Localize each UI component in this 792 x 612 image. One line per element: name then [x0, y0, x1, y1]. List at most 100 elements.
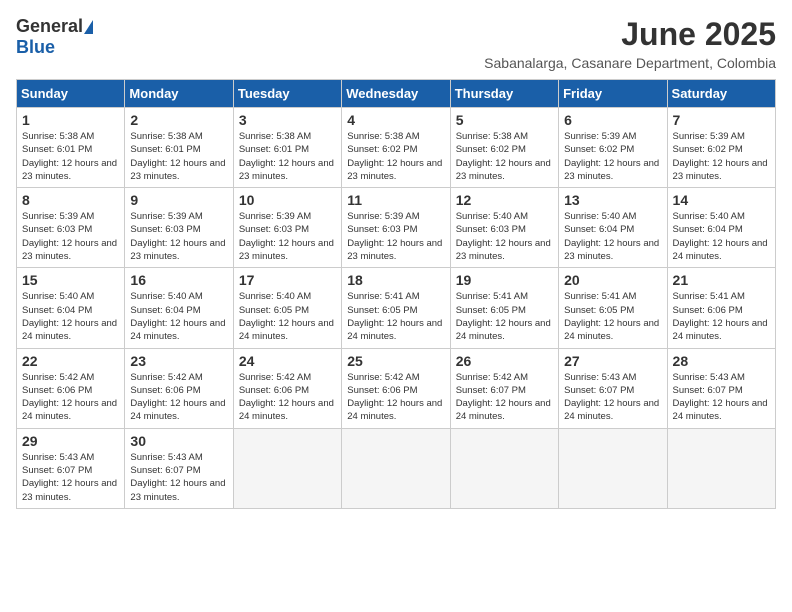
day-cell-13: 13 Sunrise: 5:40 AM Sunset: 6:04 PM Dayl… — [559, 188, 667, 268]
calendar-week-row: 15 Sunrise: 5:40 AM Sunset: 6:04 PM Dayl… — [17, 268, 776, 348]
day-info: Sunrise: 5:42 AM Sunset: 6:06 PM Dayligh… — [239, 371, 336, 424]
day-number: 19 — [456, 272, 553, 288]
day-info: Sunrise: 5:38 AM Sunset: 6:01 PM Dayligh… — [239, 130, 336, 183]
logo: General Blue — [16, 16, 93, 58]
day-number: 5 — [456, 112, 553, 128]
day-cell-8: 8 Sunrise: 5:39 AM Sunset: 6:03 PM Dayli… — [17, 188, 125, 268]
day-number: 29 — [22, 433, 119, 449]
calendar-week-row: 29 Sunrise: 5:43 AM Sunset: 6:07 PM Dayl… — [17, 428, 776, 508]
day-info: Sunrise: 5:39 AM Sunset: 6:03 PM Dayligh… — [22, 210, 119, 263]
day-info: Sunrise: 5:42 AM Sunset: 6:07 PM Dayligh… — [456, 371, 553, 424]
logo-general-text: General — [16, 16, 83, 37]
day-number: 27 — [564, 353, 661, 369]
header-wednesday: Wednesday — [342, 80, 450, 108]
header-thursday: Thursday — [450, 80, 558, 108]
day-number: 9 — [130, 192, 227, 208]
calendar-week-row: 22 Sunrise: 5:42 AM Sunset: 6:06 PM Dayl… — [17, 348, 776, 428]
day-cell-10: 10 Sunrise: 5:39 AM Sunset: 6:03 PM Dayl… — [233, 188, 341, 268]
calendar-week-row: 8 Sunrise: 5:39 AM Sunset: 6:03 PM Dayli… — [17, 188, 776, 268]
day-cell-17: 17 Sunrise: 5:40 AM Sunset: 6:05 PM Dayl… — [233, 268, 341, 348]
day-info: Sunrise: 5:40 AM Sunset: 6:05 PM Dayligh… — [239, 290, 336, 343]
day-number: 13 — [564, 192, 661, 208]
day-info: Sunrise: 5:38 AM Sunset: 6:02 PM Dayligh… — [456, 130, 553, 183]
header-friday: Friday — [559, 80, 667, 108]
day-info: Sunrise: 5:43 AM Sunset: 6:07 PM Dayligh… — [22, 451, 119, 504]
day-info: Sunrise: 5:39 AM Sunset: 6:03 PM Dayligh… — [130, 210, 227, 263]
day-number: 15 — [22, 272, 119, 288]
day-number: 28 — [673, 353, 770, 369]
day-number: 23 — [130, 353, 227, 369]
day-cell-26: 26 Sunrise: 5:42 AM Sunset: 6:07 PM Dayl… — [450, 348, 558, 428]
day-info: Sunrise: 5:41 AM Sunset: 6:05 PM Dayligh… — [564, 290, 661, 343]
day-cell-7: 7 Sunrise: 5:39 AM Sunset: 6:02 PM Dayli… — [667, 108, 775, 188]
day-number: 20 — [564, 272, 661, 288]
day-cell-2: 2 Sunrise: 5:38 AM Sunset: 6:01 PM Dayli… — [125, 108, 233, 188]
day-info: Sunrise: 5:42 AM Sunset: 6:06 PM Dayligh… — [130, 371, 227, 424]
day-info: Sunrise: 5:42 AM Sunset: 6:06 PM Dayligh… — [347, 371, 444, 424]
day-info: Sunrise: 5:39 AM Sunset: 6:03 PM Dayligh… — [347, 210, 444, 263]
day-number: 17 — [239, 272, 336, 288]
day-info: Sunrise: 5:40 AM Sunset: 6:03 PM Dayligh… — [456, 210, 553, 263]
day-cell-18: 18 Sunrise: 5:41 AM Sunset: 6:05 PM Dayl… — [342, 268, 450, 348]
calendar-title: June 2025 — [484, 16, 776, 53]
day-number: 30 — [130, 433, 227, 449]
day-cell-28: 28 Sunrise: 5:43 AM Sunset: 6:07 PM Dayl… — [667, 348, 775, 428]
day-cell-14: 14 Sunrise: 5:40 AM Sunset: 6:04 PM Dayl… — [667, 188, 775, 268]
day-info: Sunrise: 5:39 AM Sunset: 6:02 PM Dayligh… — [564, 130, 661, 183]
day-info: Sunrise: 5:40 AM Sunset: 6:04 PM Dayligh… — [673, 210, 770, 263]
day-cell-4: 4 Sunrise: 5:38 AM Sunset: 6:02 PM Dayli… — [342, 108, 450, 188]
day-info: Sunrise: 5:43 AM Sunset: 6:07 PM Dayligh… — [673, 371, 770, 424]
day-info: Sunrise: 5:40 AM Sunset: 6:04 PM Dayligh… — [22, 290, 119, 343]
day-info: Sunrise: 5:42 AM Sunset: 6:06 PM Dayligh… — [22, 371, 119, 424]
day-number: 22 — [22, 353, 119, 369]
day-number: 12 — [456, 192, 553, 208]
header: General Blue June 2025 Sabanalarga, Casa… — [16, 16, 776, 71]
empty-cell — [342, 428, 450, 508]
calendar-subtitle: Sabanalarga, Casanare Department, Colomb… — [484, 55, 776, 71]
empty-cell — [233, 428, 341, 508]
day-cell-23: 23 Sunrise: 5:42 AM Sunset: 6:06 PM Dayl… — [125, 348, 233, 428]
day-cell-6: 6 Sunrise: 5:39 AM Sunset: 6:02 PM Dayli… — [559, 108, 667, 188]
day-info: Sunrise: 5:39 AM Sunset: 6:03 PM Dayligh… — [239, 210, 336, 263]
calendar-week-row: 1 Sunrise: 5:38 AM Sunset: 6:01 PM Dayli… — [17, 108, 776, 188]
day-cell-25: 25 Sunrise: 5:42 AM Sunset: 6:06 PM Dayl… — [342, 348, 450, 428]
day-info: Sunrise: 5:40 AM Sunset: 6:04 PM Dayligh… — [564, 210, 661, 263]
day-cell-19: 19 Sunrise: 5:41 AM Sunset: 6:05 PM Dayl… — [450, 268, 558, 348]
day-cell-29: 29 Sunrise: 5:43 AM Sunset: 6:07 PM Dayl… — [17, 428, 125, 508]
empty-cell — [667, 428, 775, 508]
weekday-header-row: Sunday Monday Tuesday Wednesday Thursday… — [17, 80, 776, 108]
day-cell-22: 22 Sunrise: 5:42 AM Sunset: 6:06 PM Dayl… — [17, 348, 125, 428]
day-number: 2 — [130, 112, 227, 128]
day-cell-11: 11 Sunrise: 5:39 AM Sunset: 6:03 PM Dayl… — [342, 188, 450, 268]
day-info: Sunrise: 5:38 AM Sunset: 6:01 PM Dayligh… — [22, 130, 119, 183]
day-number: 10 — [239, 192, 336, 208]
day-cell-15: 15 Sunrise: 5:40 AM Sunset: 6:04 PM Dayl… — [17, 268, 125, 348]
day-info: Sunrise: 5:43 AM Sunset: 6:07 PM Dayligh… — [564, 371, 661, 424]
day-number: 1 — [22, 112, 119, 128]
day-number: 24 — [239, 353, 336, 369]
title-area: June 2025 Sabanalarga, Casanare Departme… — [484, 16, 776, 71]
day-cell-16: 16 Sunrise: 5:40 AM Sunset: 6:04 PM Dayl… — [125, 268, 233, 348]
empty-cell — [559, 428, 667, 508]
day-cell-30: 30 Sunrise: 5:43 AM Sunset: 6:07 PM Dayl… — [125, 428, 233, 508]
day-info: Sunrise: 5:41 AM Sunset: 6:05 PM Dayligh… — [347, 290, 444, 343]
day-number: 8 — [22, 192, 119, 208]
day-cell-24: 24 Sunrise: 5:42 AM Sunset: 6:06 PM Dayl… — [233, 348, 341, 428]
logo-blue-text: Blue — [16, 37, 55, 57]
day-info: Sunrise: 5:41 AM Sunset: 6:06 PM Dayligh… — [673, 290, 770, 343]
day-number: 26 — [456, 353, 553, 369]
day-number: 18 — [347, 272, 444, 288]
day-info: Sunrise: 5:38 AM Sunset: 6:02 PM Dayligh… — [347, 130, 444, 183]
day-info: Sunrise: 5:40 AM Sunset: 6:04 PM Dayligh… — [130, 290, 227, 343]
day-cell-9: 9 Sunrise: 5:39 AM Sunset: 6:03 PM Dayli… — [125, 188, 233, 268]
calendar-table: Sunday Monday Tuesday Wednesday Thursday… — [16, 79, 776, 509]
day-cell-20: 20 Sunrise: 5:41 AM Sunset: 6:05 PM Dayl… — [559, 268, 667, 348]
header-saturday: Saturday — [667, 80, 775, 108]
day-info: Sunrise: 5:39 AM Sunset: 6:02 PM Dayligh… — [673, 130, 770, 183]
day-cell-5: 5 Sunrise: 5:38 AM Sunset: 6:02 PM Dayli… — [450, 108, 558, 188]
header-monday: Monday — [125, 80, 233, 108]
day-number: 25 — [347, 353, 444, 369]
day-number: 3 — [239, 112, 336, 128]
day-info: Sunrise: 5:41 AM Sunset: 6:05 PM Dayligh… — [456, 290, 553, 343]
day-number: 6 — [564, 112, 661, 128]
